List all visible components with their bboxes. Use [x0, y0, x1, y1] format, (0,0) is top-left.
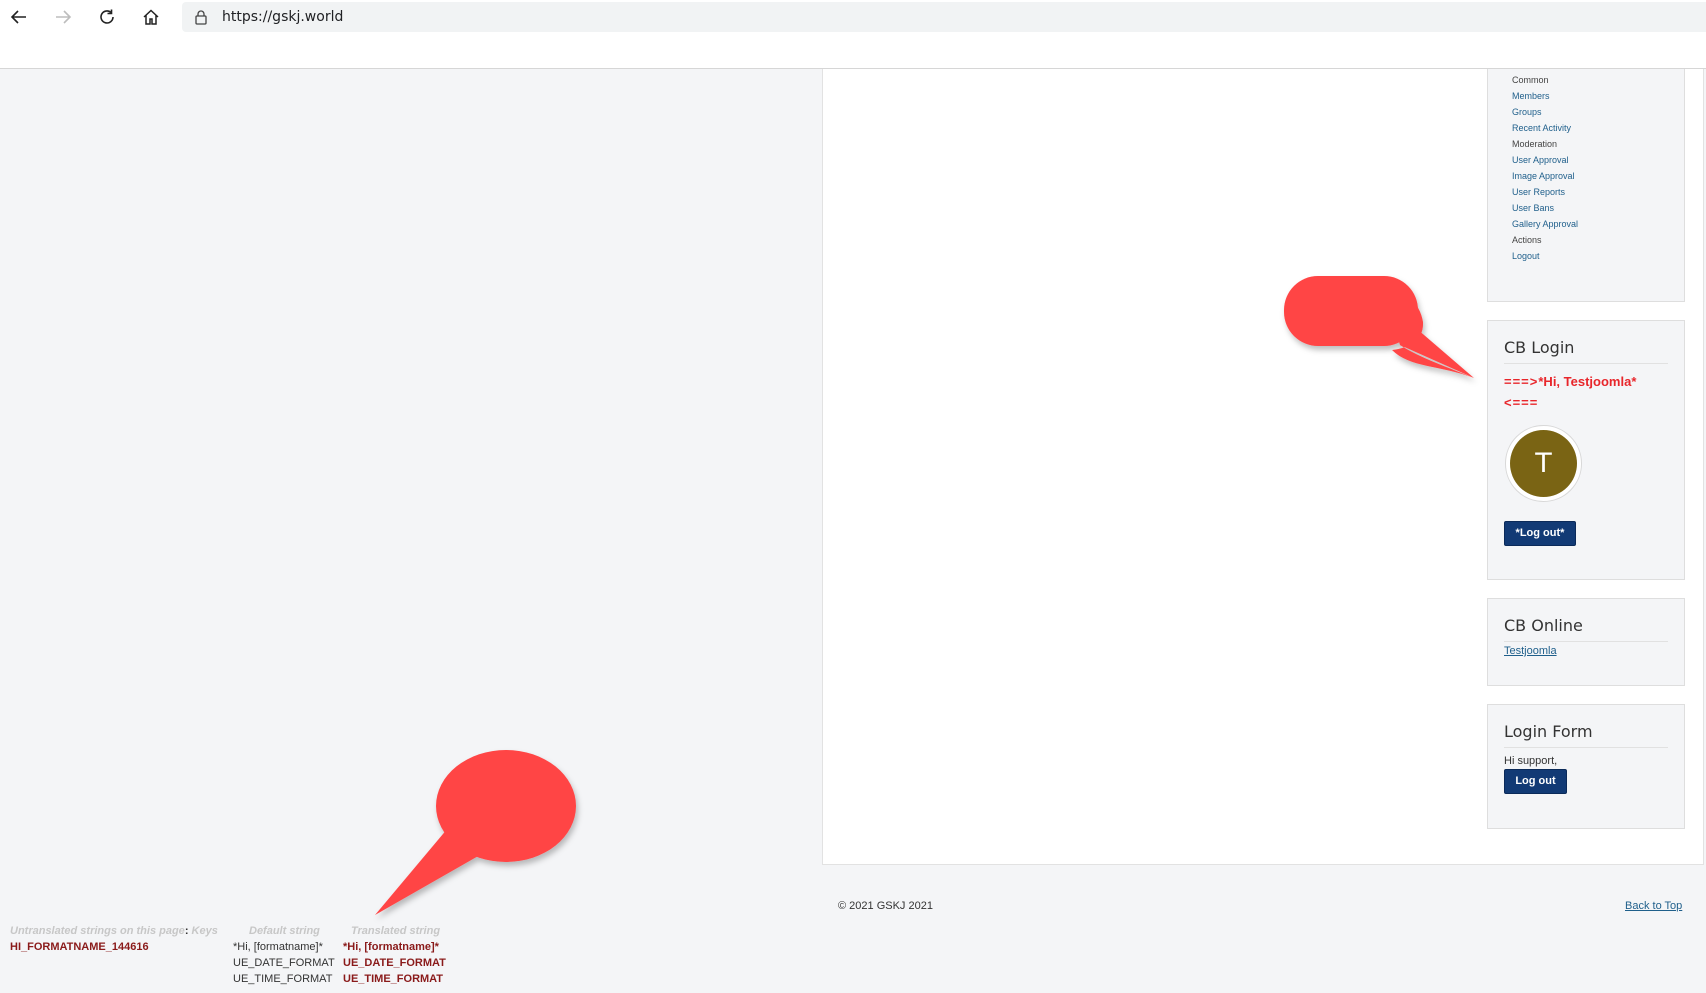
debug-heading: Untranslated strings on this page: Keys	[10, 925, 218, 937]
online-user-link[interactable]: Testjoomla	[1504, 645, 1557, 657]
login-form-greeting: Hi support,	[1504, 755, 1558, 767]
bookmark-label: Imported From IE (1)	[423, 44, 548, 58]
menu-item-members[interactable]: Members	[1512, 88, 1578, 104]
page-icon	[842, 43, 860, 59]
bookmark-label: Imported From Fire...	[271, 44, 397, 58]
debug-default-string: UE_TIME_FORMAT	[233, 973, 333, 985]
home-button[interactable]	[138, 4, 164, 30]
login-form-module: Login Form Hi support, Log out	[1487, 704, 1685, 829]
menu-header-common: Common	[1512, 75, 1549, 85]
bookmark-atlassian[interactable]: https://admin.atlass...	[990, 42, 1147, 60]
user-menu-list: Blocked Users Common Members Groups Rece…	[1512, 56, 1578, 264]
menu-item-gallery-approval[interactable]: Gallery Approval	[1512, 216, 1578, 232]
cb-login-module: CB Login ===>*Hi, Testjoomla* <=== T *Lo…	[1487, 320, 1685, 580]
bookmark-label: https://admin.atlass...	[1016, 44, 1148, 58]
address-bar[interactable]: https://gskj.world	[182, 2, 1706, 32]
back-arrow-icon	[10, 10, 26, 24]
debug-key: HI_FORMATNAME_144616	[10, 941, 149, 953]
back-button[interactable]	[6, 4, 32, 30]
menu-header-moderation: Moderation	[1512, 139, 1558, 149]
lock-icon[interactable]	[194, 9, 208, 25]
folder-icon	[6, 42, 24, 59]
bookmark-home[interactable]: mcyn Home	[766, 42, 830, 60]
bookmark-label: Imported From Fire...	[119, 44, 245, 58]
callout-bubble-bottom	[375, 750, 576, 915]
bookmark-wildtangent[interactable]: WildTangent Game...	[842, 42, 992, 60]
bookmark-label: Home	[794, 44, 830, 58]
avatar[interactable]: T	[1505, 425, 1582, 502]
cb-online-module: CB Online Testjoomla	[1487, 598, 1685, 686]
debug-keys-label: Keys	[191, 925, 218, 937]
menu-item-recent-activity[interactable]: Recent Activity	[1512, 120, 1578, 136]
folder-icon	[1292, 42, 1310, 59]
amazon-icon: a	[619, 43, 629, 59]
cb-login-greeting: ===>*Hi, Testjoomla* <===	[1504, 371, 1674, 413]
bookmark-scout[interactable]: scout	[547, 42, 606, 60]
bookmark-imported-ie[interactable]: Imported From IE (1)	[397, 42, 547, 60]
menu-header-actions: Actions	[1512, 235, 1542, 245]
folder-icon	[547, 42, 565, 59]
menu-item-image-approval[interactable]: Image Approval	[1512, 168, 1578, 184]
login-form-logout-button[interactable]: Log out	[1504, 769, 1567, 794]
debug-heading-text: Untranslated strings on this page	[10, 925, 185, 937]
home-icon	[143, 9, 159, 25]
title-divider	[1504, 363, 1668, 364]
folder-icon	[245, 42, 263, 59]
bookmark-imported-firefox-2[interactable]: Imported From Fire...	[245, 42, 396, 60]
bookmark-label: Impr	[1682, 44, 1706, 58]
bookmark-imported-firefox-1[interactable]: Imported From Fire...	[93, 42, 244, 60]
bookmark-label: NRC	[1318, 44, 1344, 58]
bookmark-create-custom[interactable]: S Create a Custom A...	[1358, 42, 1509, 60]
bookmarks-bar: educaion Imported From Fire... Imported …	[0, 34, 1706, 69]
cb-logout-button[interactable]: *Log out*	[1504, 521, 1576, 546]
debug-translated-string: UE_DATE_FORMAT	[343, 957, 446, 969]
title-divider	[1504, 747, 1668, 748]
bookmark-label: AO board - Agile b...	[1170, 44, 1291, 58]
debug-translated-header: Translated string	[351, 925, 441, 937]
greeting-text: *Hi, Testjoomla*	[1538, 374, 1637, 389]
folder-icon	[397, 42, 415, 59]
bookmark-label: educaion	[32, 44, 87, 58]
title-divider	[1504, 641, 1668, 642]
bookmark-amazon[interactable]: a Amazon.com – Onli...	[615, 42, 768, 60]
debug-default-string: *Hi, [formatname]*	[233, 941, 323, 953]
debug-translated-string: *Hi, [formatname]*	[343, 941, 439, 953]
site-icon: mcyn	[766, 47, 788, 55]
debug-colon: :	[184, 925, 192, 937]
avatar-initial: T	[1510, 430, 1577, 497]
forward-arrow-icon	[56, 10, 72, 24]
bookmark-label: scout	[573, 44, 606, 58]
reload-icon	[100, 9, 114, 24]
bookmark-educaion[interactable]: educaion	[6, 42, 87, 60]
bookmark-ao-board[interactable]: AO board - Agile b...	[1144, 42, 1291, 60]
cb-online-title: CB Online	[1504, 616, 1583, 635]
url-text[interactable]: https://gskj.world	[222, 9, 343, 25]
back-to-top-link[interactable]: Back to Top	[1625, 900, 1682, 912]
menu-item-user-approval[interactable]: User Approval	[1512, 152, 1578, 168]
bookmark-nrc[interactable]: NRC	[1292, 42, 1343, 60]
forward-button[interactable]	[50, 4, 76, 30]
bookmark-label: WildTangent Game...	[868, 44, 993, 58]
menu-item-logout[interactable]: Logout	[1512, 248, 1578, 264]
cb-login-title: CB Login	[1504, 338, 1575, 357]
debug-translated-string: UE_TIME_FORMAT	[343, 973, 444, 985]
footer-copyright: © 2021 GSKJ 2021	[838, 900, 933, 912]
browser-toolbar: https://gskj.world	[0, 0, 1706, 34]
menu-item-blocked-users[interactable]: Blocked Users	[1512, 56, 1578, 72]
bookmark-label: Amazon.com – Onli...	[641, 44, 768, 58]
menu-item-user-bans[interactable]: User Bans	[1512, 200, 1578, 216]
jira-icon	[1144, 43, 1162, 59]
debug-default-header: Default string	[249, 925, 320, 937]
user-menu-module: Blocked Users Common Members Groups Rece…	[1487, 50, 1685, 302]
atlassian-icon	[990, 43, 1008, 59]
reload-button[interactable]	[94, 4, 120, 30]
s-icon: S	[1361, 42, 1373, 60]
menu-item-user-reports[interactable]: User Reports	[1512, 184, 1578, 200]
greeting-arrow-right: <===	[1504, 395, 1539, 410]
greeting-arrow-left: ===>	[1504, 374, 1539, 389]
login-form-title: Login Form	[1504, 722, 1593, 741]
debug-default-string: UE_DATE_FORMAT	[233, 957, 335, 969]
folder-icon	[93, 42, 111, 59]
menu-item-groups[interactable]: Groups	[1512, 104, 1578, 120]
